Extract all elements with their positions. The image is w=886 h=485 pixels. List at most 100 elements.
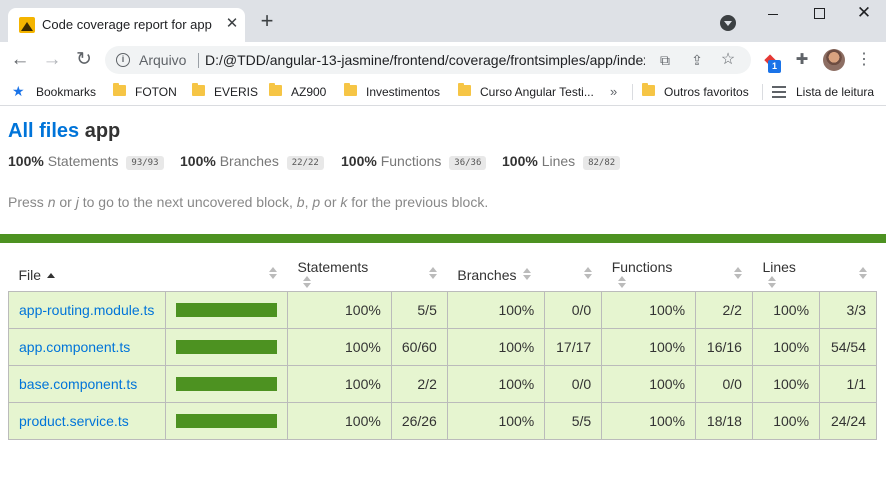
keyboard-hint: Press n or j to go to the next uncovered…	[8, 194, 488, 210]
lines-percent: 100%	[751, 291, 821, 329]
star-icon: ★	[12, 83, 25, 99]
column-header-statements-count[interactable]	[391, 259, 447, 292]
summary-label: Statements	[47, 153, 119, 169]
column-header-lines[interactable]: Lines	[752, 259, 819, 292]
coverage-bar	[175, 340, 277, 354]
branches-count: 5/5	[544, 402, 603, 440]
menu-dots-icon[interactable]: ⋮	[856, 50, 872, 70]
more-bookmarks-icon[interactable]: »	[610, 83, 617, 101]
istanbul-favicon-icon	[19, 17, 35, 33]
table-row: app.component.ts 100% 60/60 100% 17/17 1…	[8, 328, 877, 366]
new-tab-button[interactable]: +	[256, 10, 278, 33]
profile-avatar[interactable]	[823, 49, 845, 71]
minimize-button[interactable]	[762, 4, 784, 24]
table-header-row: File Statements Branches Functions Lines	[8, 259, 877, 292]
file-cell: product.service.ts	[8, 402, 166, 440]
folder-icon	[269, 83, 282, 96]
column-header-coverage-bar[interactable]	[165, 259, 287, 292]
browser-toolbar: ← → ↻ i Arquivo D:/@TDD/angular-13-jasmi…	[0, 42, 886, 78]
translate-icon[interactable]: ⧉	[656, 51, 674, 69]
back-button[interactable]: ←	[8, 48, 32, 72]
file-link[interactable]: app.component.ts	[19, 339, 130, 355]
bookmark-item-other-favorites[interactable]: Outros favoritos	[664, 83, 749, 101]
tab-title: Code coverage report for app	[42, 17, 212, 32]
lines-count: 54/54	[819, 328, 877, 366]
file-cell: base.component.ts	[8, 365, 166, 403]
url-text[interactable]: D:/@TDD/angular-13-jasmine/frontend/cove…	[205, 52, 645, 68]
file-link[interactable]: product.service.ts	[19, 413, 129, 429]
sort-icon	[858, 267, 867, 281]
summary-lines: 100% Lines 82/82	[502, 153, 621, 170]
bookmark-item-everis[interactable]: EVERIS	[214, 83, 258, 101]
close-tab-icon[interactable]: ✕	[224, 16, 240, 32]
table-row: base.component.ts 100% 2/2 100% 0/0 100%…	[8, 365, 877, 403]
column-header-statements[interactable]: Statements	[287, 259, 391, 292]
bookmark-item-curso-angular[interactable]: Curso Angular Testi...	[480, 83, 594, 101]
column-header-branches[interactable]: Branches	[447, 259, 544, 292]
column-header-lines-count[interactable]	[820, 259, 877, 292]
summary-fraction: 93/93	[126, 156, 164, 170]
column-header-branches-count[interactable]	[545, 259, 602, 292]
bookmark-divider	[632, 84, 633, 100]
branches-count: 0/0	[544, 291, 603, 329]
hint-key: p	[312, 194, 321, 210]
coverage-bar-fill	[175, 414, 277, 428]
branches-percent: 100%	[446, 291, 546, 329]
coverage-bar-cell	[164, 291, 288, 329]
bookmark-item-foton[interactable]: FOTON	[135, 83, 177, 101]
table-row: product.service.ts 100% 26/26 100% 5/5 1…	[8, 402, 877, 440]
statements-count: 26/26	[390, 402, 448, 440]
sort-icon	[269, 267, 278, 281]
summary-label: Lines	[541, 153, 576, 169]
statements-percent: 100%	[286, 291, 392, 329]
summary-statements: 100% Statements 93/93	[8, 153, 164, 170]
file-link[interactable]: base.component.ts	[19, 376, 137, 392]
coverage-bar-fill	[175, 303, 277, 317]
sort-ascending-icon	[47, 273, 56, 278]
column-header-file[interactable]: File	[9, 259, 166, 292]
coverage-report: All files app 100% Statements 93/93 100%…	[0, 106, 886, 485]
folder-icon	[113, 83, 126, 96]
file-link[interactable]: app-routing.module.ts	[19, 302, 154, 318]
title-suffix: app	[84, 120, 121, 142]
bookmark-item-investimentos[interactable]: Investimentos	[366, 83, 440, 101]
scheme-label: Arquivo	[139, 52, 187, 68]
lines-count: 1/1	[819, 365, 877, 403]
lines-percent: 100%	[751, 365, 821, 403]
column-label: Statements	[297, 259, 369, 275]
maximize-button[interactable]	[808, 4, 830, 24]
share-icon[interactable]: ⇪	[688, 51, 706, 69]
all-files-link[interactable]: All files	[8, 120, 79, 142]
coverage-bar-fill	[175, 377, 277, 391]
sort-icon	[522, 268, 531, 282]
bookmark-star-icon[interactable]: ☆	[719, 51, 737, 69]
extensions-puzzle-icon[interactable]: ✚	[792, 50, 812, 70]
bookmark-item-az900[interactable]: AZ900	[291, 83, 326, 101]
branches-percent: 100%	[446, 328, 546, 366]
close-window-button[interactable]: ✕	[853, 4, 875, 24]
hint-text: or	[320, 194, 341, 210]
functions-percent: 100%	[601, 365, 697, 403]
address-bar[interactable]: i Arquivo D:/@TDD/angular-13-jasmine/fro…	[105, 46, 751, 74]
tab-search-icon[interactable]	[720, 15, 736, 31]
coverage-bar-cell	[164, 365, 288, 403]
bookmarks-bar: ★ Bookmarks FOTON EVERIS AZ900 Investime…	[0, 78, 886, 106]
column-header-functions[interactable]: Functions	[602, 259, 696, 292]
functions-percent: 100%	[601, 402, 697, 440]
coverage-bar-cell	[164, 328, 288, 366]
column-header-functions-count[interactable]	[696, 259, 753, 292]
forward-button[interactable]: →	[40, 48, 64, 72]
info-icon[interactable]: i	[116, 53, 130, 67]
folder-icon	[642, 83, 655, 96]
coverage-status-bar	[0, 234, 886, 243]
bookmark-item-bookmarks[interactable]: Bookmarks	[36, 83, 96, 101]
summary-percent: 100%	[502, 153, 538, 169]
reading-list-button[interactable]: Lista de leitura	[796, 83, 874, 101]
hint-text: to go to the next uncovered block,	[78, 194, 297, 210]
functions-percent: 100%	[601, 328, 697, 366]
coverage-table: File Statements Branches Functions Lines…	[8, 259, 877, 440]
browser-tab[interactable]: Code coverage report for app ✕	[8, 8, 245, 42]
sort-icon	[734, 267, 743, 281]
sort-icon	[617, 276, 626, 290]
reload-button[interactable]: ↻	[72, 48, 96, 72]
